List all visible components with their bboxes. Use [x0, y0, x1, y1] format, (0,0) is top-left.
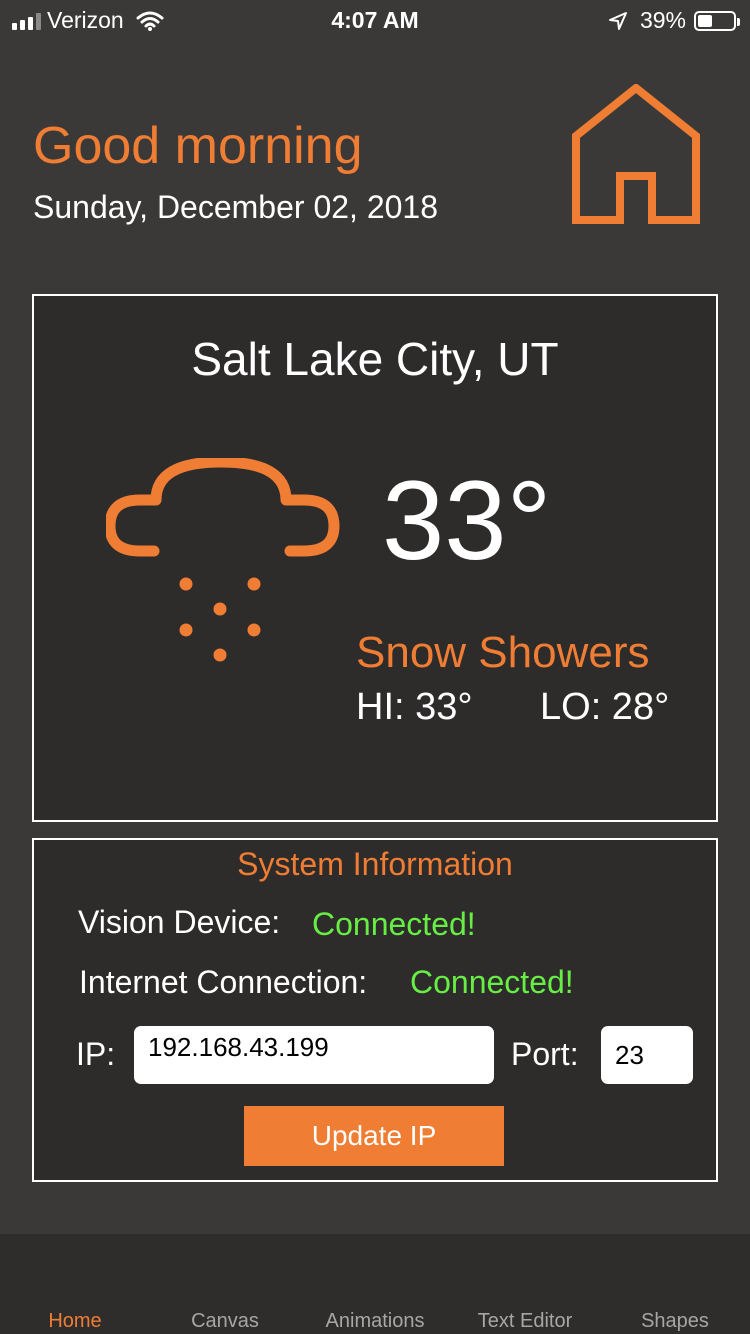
vision-device-status: Connected!	[312, 906, 476, 942]
weather-condition: Snow Showers	[356, 628, 650, 677]
tab-animations[interactable]: Animations	[300, 1310, 450, 1333]
internet-connection-label: Internet Connection:	[79, 964, 368, 1000]
update-ip-button[interactable]: Update IP	[244, 1106, 504, 1166]
vision-device-label: Vision Device:	[78, 904, 281, 940]
weather-card: Salt Lake City, UT 33° Snow Showers HI: …	[32, 294, 718, 822]
greeting-title: Good morning	[33, 117, 363, 175]
high-temperature: HI: 33°	[356, 686, 473, 728]
port-input[interactable]: 23	[601, 1026, 693, 1084]
battery-icon	[694, 10, 740, 31]
date-label: Sunday, December 02, 2018	[33, 189, 438, 225]
ip-label: IP:	[76, 1036, 116, 1072]
city-name: Salt Lake City, UT	[191, 333, 559, 385]
system-info-title: System Information	[237, 846, 513, 882]
tab-canvas[interactable]: Canvas	[150, 1310, 300, 1333]
tab-home[interactable]: Home	[0, 1310, 150, 1333]
low-temperature: LO: 28°	[540, 686, 670, 728]
tab-bar: Home Canvas Animations Text Editor Shape…	[0, 1234, 750, 1334]
tab-text-editor[interactable]: Text Editor	[450, 1310, 600, 1333]
status-right: 39%	[608, 7, 740, 34]
internet-connection-status: Connected!	[410, 964, 574, 1000]
home-icon	[572, 84, 700, 224]
status-bar: Verizon 4:07 AM 39%	[0, 0, 750, 42]
snow-cloud-icon	[106, 458, 340, 662]
system-info-card: System Information Vision Device: Connec…	[32, 838, 718, 1182]
ip-input[interactable]: 192.168.43.199	[134, 1026, 494, 1084]
tab-shapes[interactable]: Shapes	[600, 1310, 750, 1333]
battery-percent: 39%	[639, 7, 686, 33]
port-label: Port:	[511, 1036, 579, 1072]
location-arrow-icon	[608, 11, 627, 30]
temperature: 33°	[382, 458, 552, 583]
